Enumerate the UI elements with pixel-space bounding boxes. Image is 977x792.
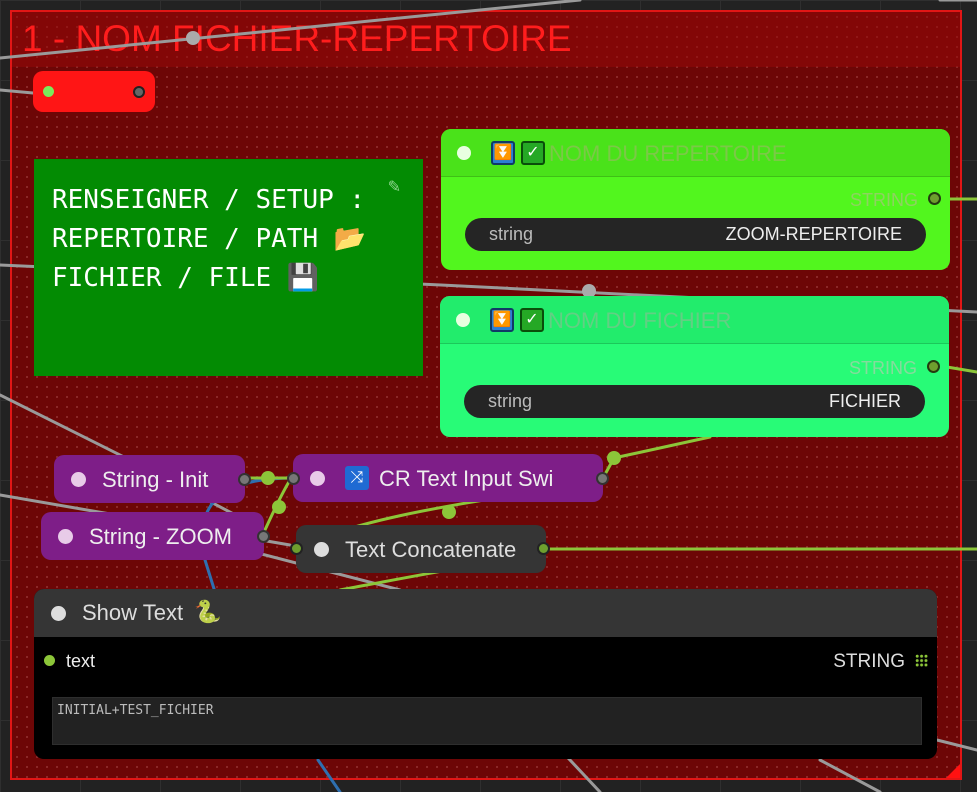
note-line-1: RENSEIGNER / SETUP : xyxy=(52,185,366,215)
node-header[interactable]: Show Text 🐍 xyxy=(34,589,937,637)
input-slot[interactable] xyxy=(290,542,303,555)
input-slot[interactable] xyxy=(287,472,300,485)
cr-text-input-switch-node[interactable]: ⤨ CR Text Input Swi xyxy=(287,454,609,502)
node-header[interactable]: ⏬ ✓ NOM DU FICHIER xyxy=(440,296,949,344)
output-label: STRING xyxy=(833,651,905,672)
output-slot[interactable] xyxy=(928,192,941,205)
node-title: String - Init xyxy=(102,467,209,492)
string-init-node[interactable]: String - Init xyxy=(54,455,251,503)
down-arrow-icon: ⏬ xyxy=(491,141,515,165)
note-line-3: FICHIER / FILE 💾 xyxy=(52,263,320,293)
node-title: String - ZOOM xyxy=(89,524,233,549)
down-arrow-icon: ⏬ xyxy=(490,308,514,332)
node-title: CR Text Input Swi xyxy=(379,466,554,491)
pencil-icon: ✎ xyxy=(387,179,401,196)
output-label: STRING xyxy=(849,190,918,210)
node-graph-canvas[interactable]: 1 - NOM FICHIER-REPERTOIRE RENSEIGNER / … xyxy=(0,0,977,792)
string-widget[interactable]: string FICHIER xyxy=(464,385,925,418)
output-slot[interactable] xyxy=(238,473,251,486)
string-zoom-node[interactable]: String - ZOOM xyxy=(41,512,270,560)
widget-value[interactable]: FICHIER xyxy=(829,391,901,412)
output-slot[interactable] xyxy=(537,542,550,555)
input-label: text xyxy=(66,651,96,671)
note-text: RENSEIGNER / SETUP : REPERTOIRE / PATH 📂 F… xyxy=(52,181,366,298)
shuffle-icon: ⤨ xyxy=(345,466,369,490)
node-title: NOM DU REPERTOIRE xyxy=(549,141,787,166)
collapse-dot-icon[interactable] xyxy=(58,529,73,544)
repertoire-node[interactable]: ⏬ ✓ NOM DU REPERTOIRE STRING string ZOOM… xyxy=(441,129,950,270)
widget-label: string xyxy=(489,224,534,244)
node-title: Show Text xyxy=(82,600,184,625)
node-title: Text Concatenate xyxy=(345,537,517,562)
show-text-node[interactable]: Show Text 🐍 text STRING INITIAL+TEST_FIC… xyxy=(34,589,937,759)
collapse-dot-icon[interactable] xyxy=(71,472,86,487)
checkmark-icon: ✓ xyxy=(520,308,544,332)
snake-icon: 🐍 xyxy=(194,599,222,624)
checkmark-icon: ✓ xyxy=(521,141,545,165)
output-label: STRING xyxy=(848,358,917,378)
widget-label: string xyxy=(488,391,533,411)
collapse-dot-icon[interactable] xyxy=(457,146,471,160)
widget-value[interactable]: ZOOM-REPERTOIRE xyxy=(726,224,902,245)
grid-output-icon[interactable] xyxy=(915,654,928,667)
text-concatenate-node[interactable]: Text Concatenate xyxy=(290,525,550,573)
collapse-dot-icon[interactable] xyxy=(456,313,470,327)
output-slot[interactable] xyxy=(133,86,145,98)
collapse-dot-icon[interactable] xyxy=(310,471,325,486)
collapse-dot-icon[interactable] xyxy=(314,542,329,557)
string-widget[interactable]: string ZOOM-REPERTOIRE xyxy=(465,218,926,251)
output-slot[interactable] xyxy=(927,360,940,373)
collapse-dot-icon[interactable] xyxy=(51,606,66,621)
node-title: NOM DU FICHIER xyxy=(548,308,732,333)
note-node[interactable]: RENSEIGNER / SETUP : REPERTOIRE / PATH 📂 F… xyxy=(34,159,423,376)
reroute-node[interactable] xyxy=(33,71,155,112)
input-slot[interactable] xyxy=(44,655,55,666)
node-header[interactable]: ⏬ ✓ NOM DU REPERTOIRE xyxy=(441,129,950,177)
input-slot[interactable] xyxy=(43,86,54,97)
output-slot[interactable] xyxy=(596,472,609,485)
text-output-area[interactable]: INITIAL+TEST_FICHIER xyxy=(52,697,922,745)
fichier-node[interactable]: ⏬ ✓ NOM DU FICHIER STRING string FICHIER xyxy=(440,296,949,437)
output-slot[interactable] xyxy=(257,530,270,543)
note-line-2: REPERTOIRE / PATH 📂 xyxy=(52,224,367,254)
